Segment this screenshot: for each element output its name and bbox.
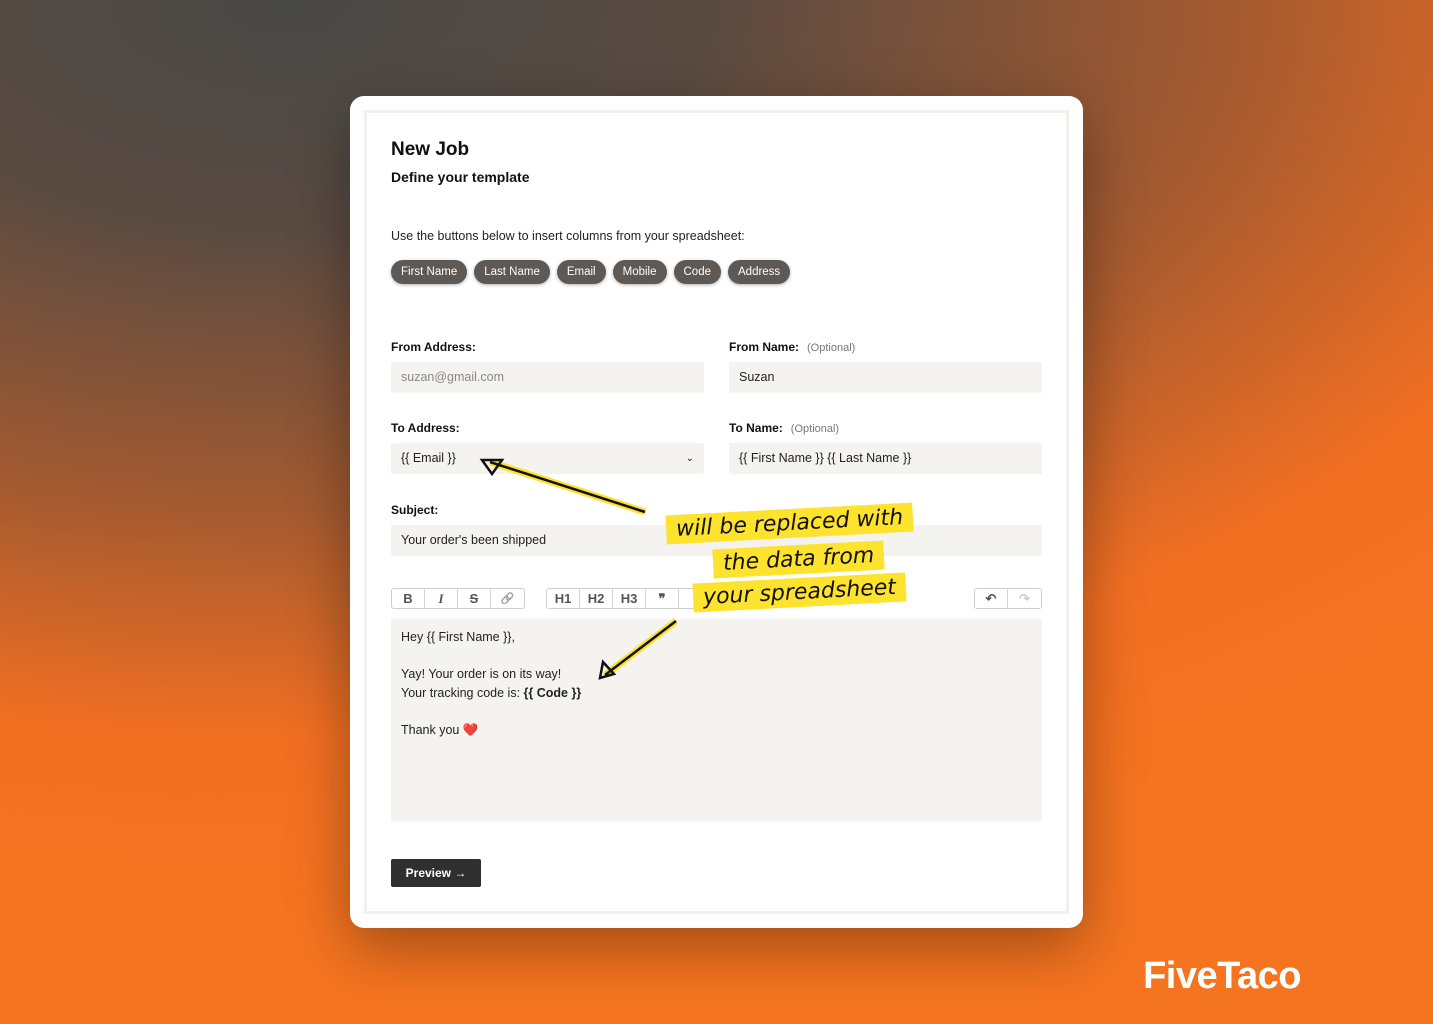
arrow-to-code [598,618,679,680]
fivetaco-logo: FiveTaco [1143,955,1301,997]
arrow-to-address [479,458,647,516]
